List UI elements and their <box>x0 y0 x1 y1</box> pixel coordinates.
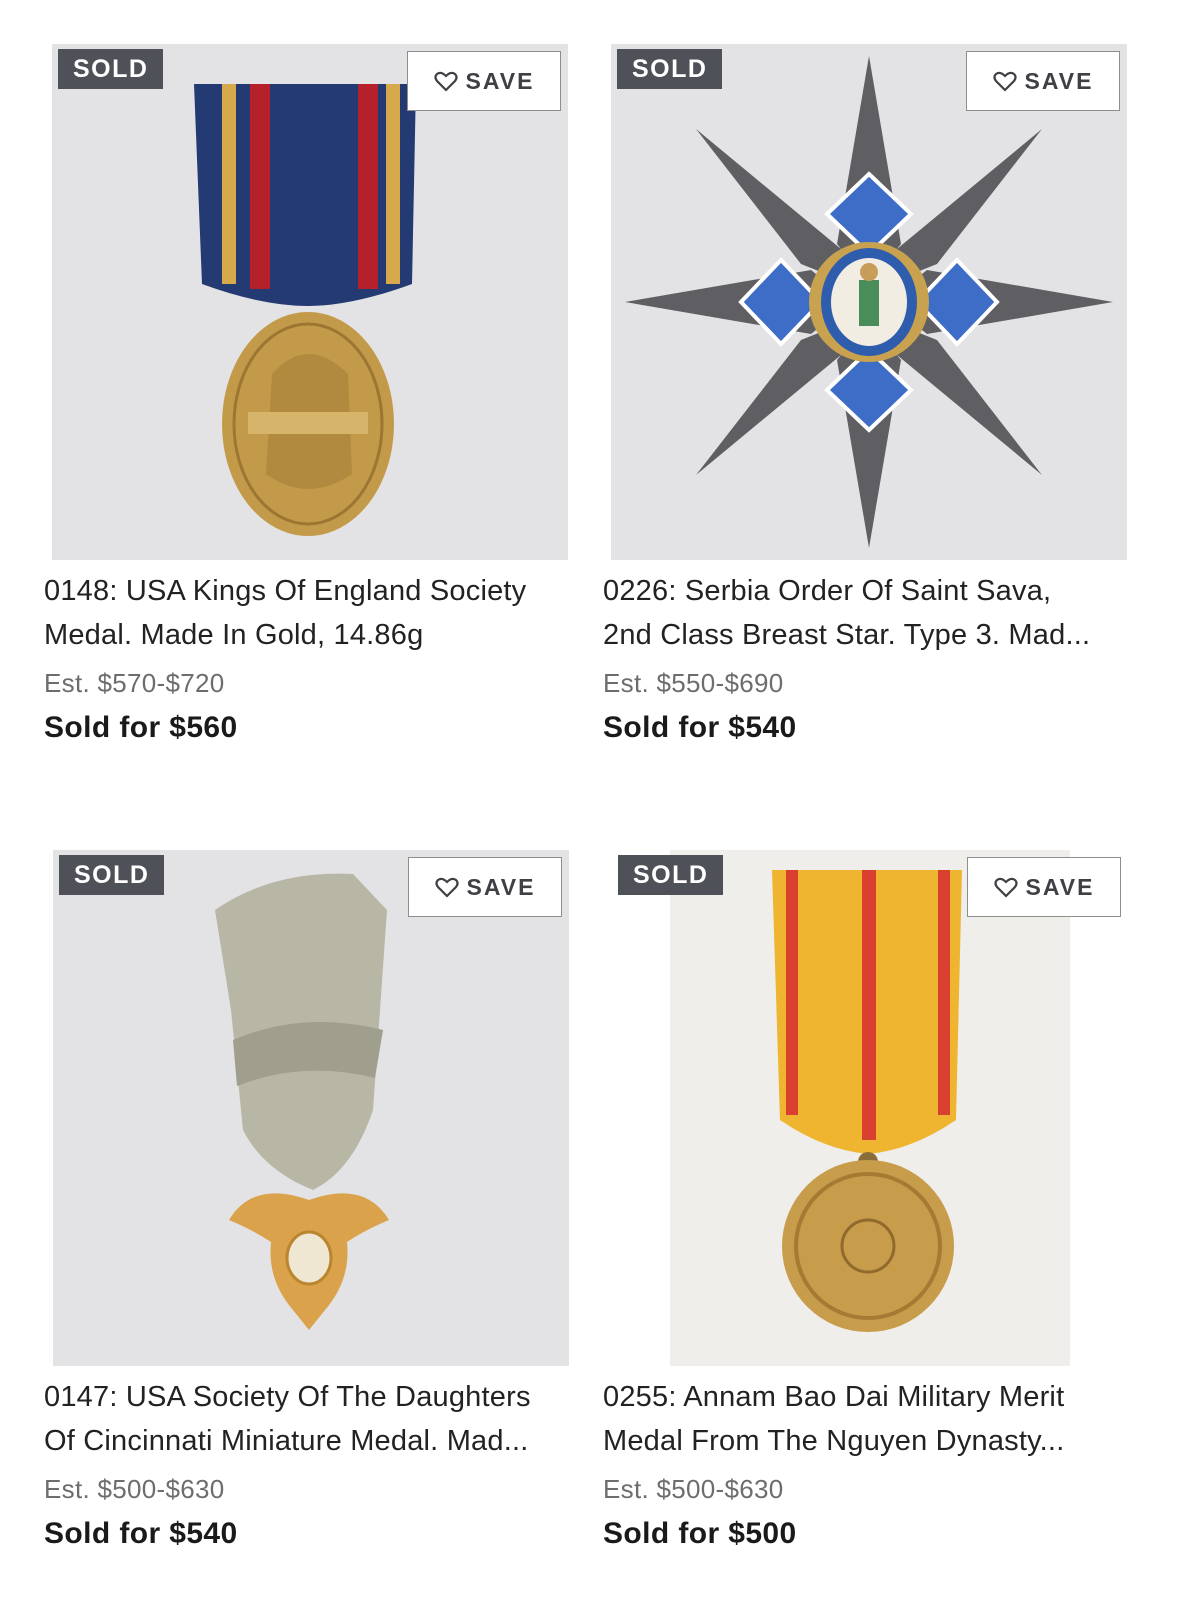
save-button[interactable]: SAVE <box>966 51 1120 111</box>
lot-sold-price: Sold for $560 <box>44 711 238 744</box>
sold-badge: SOLD <box>58 49 164 89</box>
heart-icon <box>992 71 1017 92</box>
save-label: SAVE <box>1024 67 1094 94</box>
gold-oval-medal-image <box>52 44 568 560</box>
lot-image[interactable]: SOLD SAVE <box>53 850 569 1366</box>
sold-badge: SOLD <box>618 855 724 895</box>
lot-image[interactable]: SOLD SAVE <box>611 44 1127 560</box>
lot-title-line-1: 0226: Serbia Order Of Saint Sava, <box>603 575 1052 607</box>
lot-estimate: Est. $500-$630 <box>603 1474 784 1504</box>
lot-title-line-1: 0255: Annam Bao Dai Military Merit <box>603 1381 1065 1413</box>
lot-title-line-1: 0147: USA Society Of The Daughters <box>44 1381 531 1413</box>
lot-estimate: Est. $550-$690 <box>603 668 784 698</box>
lot-sold-price: Sold for $500 <box>603 1517 797 1550</box>
sold-badge: SOLD <box>59 855 165 895</box>
lot-title[interactable]: 0255: Annam Bao Dai Military Merit Medal… <box>603 1375 1143 1463</box>
lot-title[interactable]: 0148: USA Kings Of England Society Medal… <box>44 569 584 657</box>
save-button[interactable]: SAVE <box>967 857 1121 917</box>
lot-sold-price: Sold for $540 <box>603 711 797 744</box>
lot-estimate: Est. $570-$720 <box>44 668 225 698</box>
save-button[interactable]: SAVE <box>407 51 561 111</box>
lot-title-line-2: 2nd Class Breast Star. Type 3. Mad... <box>603 619 1091 651</box>
lot-title-line-2: Medal From The Nguyen Dynasty... <box>603 1425 1065 1457</box>
lot-title-line-1: 0148: USA Kings Of England Society <box>44 575 527 607</box>
lot-image[interactable]: SOLD SAVE <box>612 850 1128 1366</box>
lot-estimate: Est. $500-$630 <box>44 1474 225 1504</box>
lot-title-line-2: Of Cincinnati Miniature Medal. Mad... <box>44 1425 529 1457</box>
silver-breast-star-image <box>611 44 1127 560</box>
heart-icon <box>434 877 459 898</box>
save-label: SAVE <box>465 67 535 94</box>
save-label: SAVE <box>1025 873 1095 900</box>
lot-sold-price: Sold for $540 <box>44 1517 238 1550</box>
save-label: SAVE <box>466 873 536 900</box>
heart-icon <box>433 71 458 92</box>
sold-badge: SOLD <box>617 49 723 89</box>
lot-title[interactable]: 0226: Serbia Order Of Saint Sava, 2nd Cl… <box>603 569 1143 657</box>
heart-icon <box>993 877 1018 898</box>
lot-image[interactable]: SOLD SAVE <box>52 44 568 560</box>
save-button[interactable]: SAVE <box>408 857 562 917</box>
bronze-round-medal-image <box>612 850 1128 1366</box>
gold-eagle-medal-image <box>53 850 569 1366</box>
lot-title-line-2: Medal. Made In Gold, 14.86g <box>44 619 424 651</box>
lot-title[interactable]: 0147: USA Society Of The Daughters Of Ci… <box>44 1375 584 1463</box>
